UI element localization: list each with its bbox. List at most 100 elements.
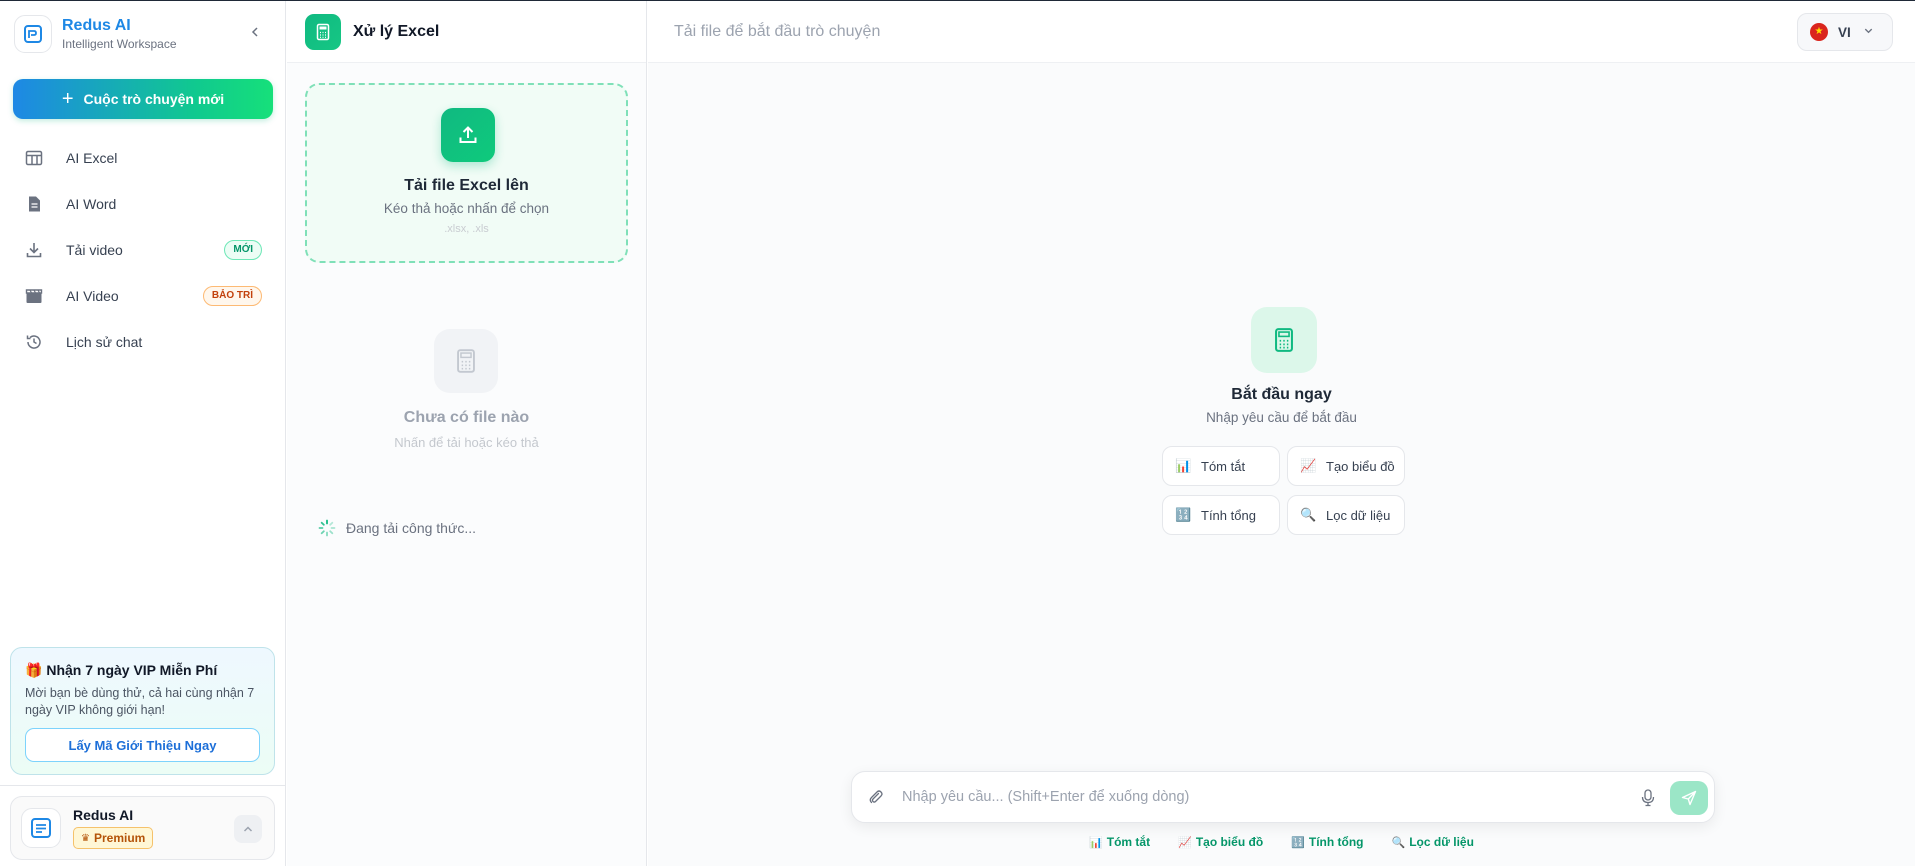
loading-formulas: Đang tải công thức... [318, 519, 476, 537]
quick-action-label: Lọc dữ liệu [1326, 507, 1391, 523]
app-logo-icon [31, 818, 51, 838]
microphone-icon[interactable] [1638, 788, 1658, 808]
welcome-calculator-icon [1251, 307, 1317, 373]
user-menu-toggle-button[interactable] [234, 815, 262, 843]
magnifier-icon: 🔍 [1300, 507, 1317, 522]
upload-title: Tải file Excel lên [404, 177, 529, 194]
upload-icon [441, 108, 495, 162]
user-card[interactable]: Redus AI ♛ Premium [10, 796, 275, 860]
send-icon [1681, 790, 1697, 806]
quick-action-filter-data-button[interactable]: 🔍 Lọc dữ liệu [1287, 495, 1405, 535]
suggestion-summary[interactable]: 📊 Tóm tắt [1089, 835, 1150, 849]
welcome-subtitle: Nhập yêu cầu để bắt đầu [1206, 410, 1357, 425]
sidebar-item-label: AI Word [66, 196, 117, 212]
brand-name: Redus AI [62, 17, 131, 34]
bar-chart-icon: 📊 [1175, 458, 1192, 473]
suggestion-sum[interactable]: 🔢 Tính tổng [1291, 835, 1363, 849]
upload-extensions: .xlsx, .xls [444, 223, 489, 235]
chat-title: Tải file để bắt đầu trò chuyện [674, 22, 881, 40]
document-icon [24, 194, 44, 214]
plus-icon: + [61, 88, 74, 110]
sidebar-item-label: Tải video [66, 242, 123, 258]
get-referral-code-button[interactable]: Lấy Mã Giới Thiệu Ngay [25, 728, 260, 762]
user-name: Redus AI [73, 807, 134, 823]
table-icon [24, 148, 44, 168]
magnifier-icon: 🔍 [1391, 836, 1406, 849]
maintenance-badge: BẢO TRÌ [202, 286, 262, 306]
sidebar-divider [0, 785, 286, 786]
brand: Redus AI Intelligent Workspace [14, 15, 177, 53]
suggestion-filter-data[interactable]: 🔍 Lọc dữ liệu [1392, 835, 1474, 849]
suggestion-label: Tạo biểu đồ [1195, 835, 1264, 849]
numbers-icon: 🔢 [1175, 507, 1192, 522]
sidebar-item-label: AI Video [66, 288, 119, 304]
vip-promo-card: 🎁 Nhận 7 ngày VIP Miễn Phí Mời bạn bè dù… [10, 647, 275, 775]
welcome-title: Bắt đầu ngay [1231, 386, 1332, 403]
crown-icon: ♛ [81, 832, 90, 844]
quick-action-sum-button[interactable]: 🔢 Tính tổng [1162, 495, 1280, 535]
plan-label: Premium [93, 831, 146, 845]
excel-upload-dropzone[interactable]: Tải file Excel lên Kéo thả hoặc nhấn để … [305, 83, 628, 263]
line-chart-icon: 📈 [1300, 458, 1317, 473]
sidebar-item-label: Lịch sử chat [66, 334, 143, 350]
sidebar-item-ai-excel[interactable]: AI Excel [12, 135, 274, 181]
sidebar-item-lich-su-chat[interactable]: Lịch sử chat [12, 319, 274, 365]
clapperboard-icon [24, 286, 44, 306]
upload-subtitle: Kéo thả hoặc nhấn để chọn [383, 201, 550, 216]
message-input[interactable] [902, 782, 1622, 812]
chat-main: Tải file để bắt đầu trò chuyện ★ VI Bắt … [648, 1, 1915, 866]
new-badge: MỚI [224, 240, 262, 260]
bar-chart-icon: 📊 [1089, 836, 1103, 849]
suggestion-create-chart[interactable]: 📈 Tạo biểu đồ [1178, 835, 1263, 849]
vietnam-flag-icon: ★ [1810, 23, 1828, 41]
chevron-down-icon [1863, 23, 1874, 41]
download-icon [24, 240, 44, 260]
quick-action-summary-button[interactable]: 📊 Tóm tắt [1162, 446, 1280, 486]
quick-action-label: Tạo biểu đồ [1326, 458, 1395, 474]
chat-header: Tải file để bắt đầu trò chuyện ★ VI [648, 1, 1915, 63]
paperclip-icon[interactable] [866, 787, 886, 807]
sidebar-item-ai-word[interactable]: AI Word [12, 181, 274, 227]
quick-action-create-chart-button[interactable]: 📈 Tạo biểu đồ [1287, 446, 1405, 486]
sidebar-item-label: AI Excel [66, 150, 118, 166]
numbers-icon: 🔢 [1291, 836, 1305, 849]
new-chat-label: Cuộc trò chuyện mới [83, 91, 225, 107]
brand-logo-icon [14, 15, 52, 53]
empty-files-title: Chưa có file nào [403, 409, 530, 426]
suggestion-chips: 📊 Tóm tắt 📈 Tạo biểu đồ 🔢 Tính tổng 🔍 Lọ… [648, 835, 1915, 849]
premium-badge: ♛ Premium [73, 827, 154, 849]
sidebar-item-ai-video[interactable]: AI Video BẢO TRÌ [12, 273, 274, 319]
spinner-icon [318, 519, 336, 537]
history-icon [24, 332, 44, 352]
chevron-left-icon [251, 27, 258, 37]
empty-files-subtitle: Nhấn để tải hoặc kéo thả [394, 435, 539, 450]
sidebar-item-tai-video[interactable]: Tải video MỚI [12, 227, 274, 273]
language-label: VI [1838, 24, 1851, 40]
gift-icon: 🎁 [25, 662, 43, 678]
avatar [21, 808, 61, 848]
loading-text: Đang tải công thức... [346, 520, 476, 536]
sidebar: Redus AI Intelligent Workspace + Cuộc tr… [0, 1, 286, 866]
suggestion-label: Lọc dữ liệu [1409, 835, 1474, 849]
quick-action-label: Tóm tắt [1201, 458, 1246, 474]
vip-description: Mời bạn bè dùng thử, cả hai cùng nhận 7 … [25, 686, 255, 717]
new-chat-button[interactable]: + Cuộc trò chuyện mới [13, 79, 273, 119]
language-selector[interactable]: ★ VI [1797, 13, 1893, 51]
file-panel-title: Xử lý Excel [353, 22, 440, 40]
suggestion-label: Tính tổng [1308, 835, 1364, 849]
vip-title-text: Nhận 7 ngày VIP Miễn Phí [46, 662, 218, 678]
calculator-icon [305, 13, 341, 50]
quick-action-label: Tính tổng [1201, 507, 1256, 523]
file-panel-header: Xử lý Excel [287, 1, 646, 63]
suggestion-label: Tóm tắt [1106, 835, 1151, 849]
sidebar-nav: AI Excel AI Word Tải video MỚI AI Video … [12, 135, 274, 365]
collapse-sidebar-button[interactable] [246, 23, 264, 41]
send-button[interactable] [1670, 781, 1708, 815]
line-chart-icon: 📈 [1178, 836, 1192, 849]
message-composer [851, 771, 1715, 823]
file-panel: Xử lý Excel Tải file Excel lên Kéo thả h… [287, 1, 647, 866]
brand-subtitle: Intelligent Workspace [62, 37, 177, 51]
empty-calculator-icon [434, 329, 498, 393]
vip-title: 🎁 Nhận 7 ngày VIP Miễn Phí [25, 662, 260, 679]
chevron-up-icon [243, 826, 253, 832]
